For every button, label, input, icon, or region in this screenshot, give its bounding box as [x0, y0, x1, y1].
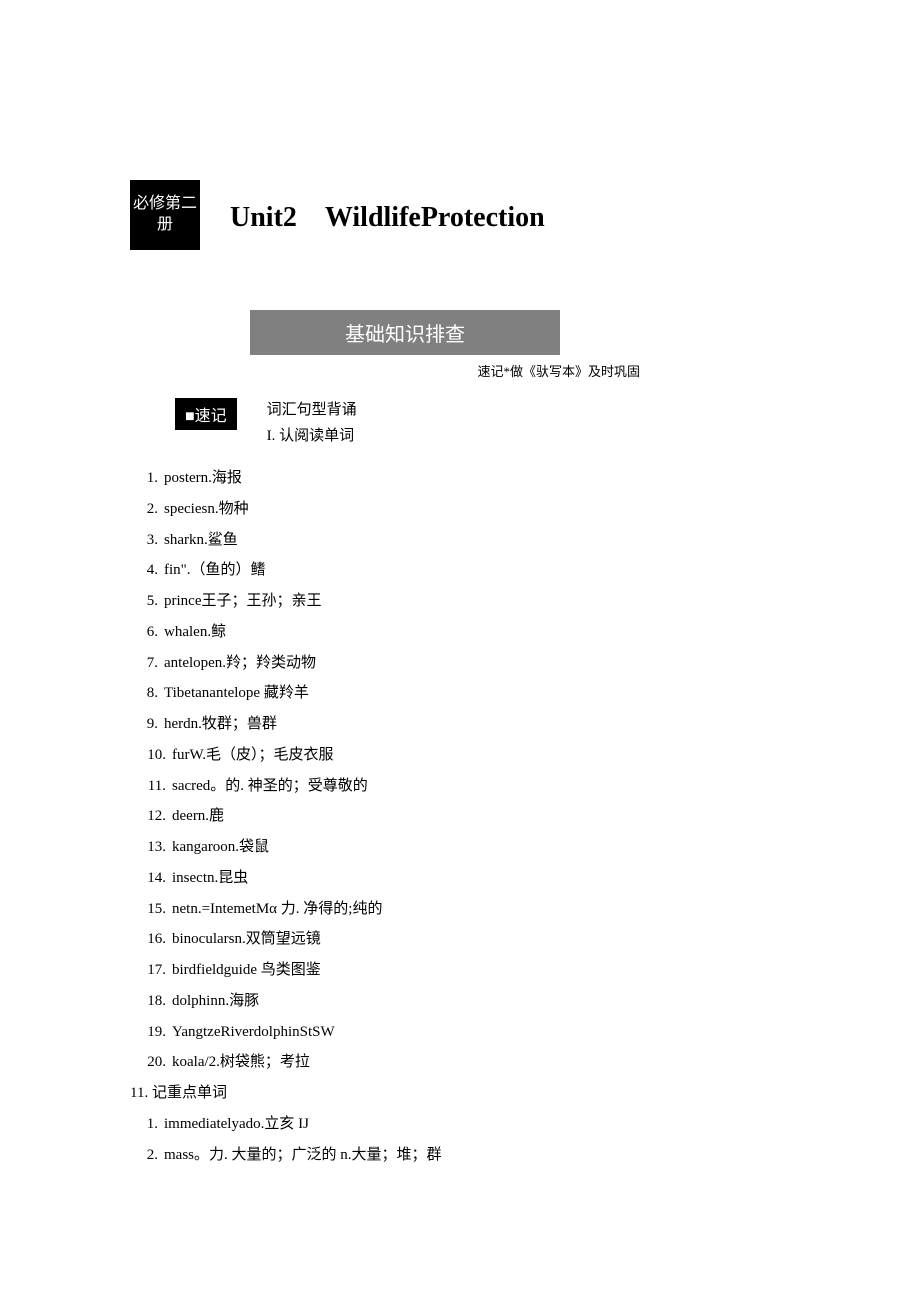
list-item: 18.dolphinn.海豚 — [130, 986, 790, 1017]
section-banner: 基础知识排查 — [250, 310, 560, 355]
list-item: 15.netn.=IntemetMα 力. 净得的;纯的 — [130, 894, 790, 925]
vocab-text: furW.毛（皮）；毛皮衣服 — [172, 740, 334, 771]
vocab-text: Tibetanantelope 藏羚羊 — [164, 678, 309, 709]
list-item: 10.furW.毛（皮）；毛皮衣服 — [130, 740, 790, 771]
vocab-text: mass。力. 大量的；广泛的 n.大量；堆；群 — [164, 1140, 442, 1171]
list-item: 9.herdn.牧群；兽群 — [130, 709, 790, 740]
vocab-text: birdfieldguide 鸟类图鉴 — [172, 955, 321, 986]
vocab-text: fin".（鱼的）鳍 — [164, 555, 266, 586]
list-item: 5.prince王子；王孙；亲王 — [130, 586, 790, 617]
vocab-text: netn.=IntemetMα 力. 净得的;纯的 — [172, 894, 382, 925]
vocab-text: sacred。的. 神圣的；受尊敬的 — [172, 771, 368, 802]
list-item: 12.deern.鹿 — [130, 801, 790, 832]
list-item: 16.binocularsn.双筒望远镜 — [130, 924, 790, 955]
suji-box: ■速记 — [175, 398, 237, 430]
list-item: 4.fin".（鱼的）鳍 — [130, 555, 790, 586]
book-label-box: 必修第二册 — [130, 180, 200, 250]
vocab-text: binocularsn.双筒望远镜 — [172, 924, 321, 955]
list-item: 1.postern.海报 — [130, 463, 790, 494]
list-item: 1.immediatelyado.立亥 IJ — [130, 1109, 790, 1140]
section-2-header: 11. 记重点单词 — [130, 1078, 790, 1109]
list-item: 13.kangaroon.袋鼠 — [130, 832, 790, 863]
suji-line1: 词汇句型背诵 — [267, 398, 357, 424]
vocab-text: prince王子；王孙；亲王 — [164, 586, 321, 617]
list-item: 14.insectn.昆虫 — [130, 863, 790, 894]
subtitle: 速记*做《驮写本》及时巩固 — [130, 361, 790, 380]
vocab-text: koala/2.树袋熊；考拉 — [172, 1047, 310, 1078]
list-item: 17.birdfieldguide 鸟类图鉴 — [130, 955, 790, 986]
list-item: 8.Tibetanantelope 藏羚羊 — [130, 678, 790, 709]
vocab-text: postern.海报 — [164, 463, 242, 494]
list-item: 2.speciesn.物种 — [130, 494, 790, 525]
vocab-text: sharkn.鲨鱼 — [164, 525, 238, 556]
vocab-text: whalen.鲸 — [164, 617, 226, 648]
suji-row: ■速记 词汇句型背诵 I. 认阅读单词 — [175, 398, 790, 449]
vocab-text: kangaroon.袋鼠 — [172, 832, 269, 863]
list-item: 19.YangtzeRiverdolphinStSW — [130, 1017, 790, 1048]
list-item: 7.antelopen.羚；羚类动物 — [130, 648, 790, 679]
vocab-list-1: 1.postern.海报 2.speciesn.物种 3.sharkn.鲨鱼 4… — [130, 463, 790, 1078]
vocab-text: herdn.牧群；兽群 — [164, 709, 277, 740]
suji-line2: I. 认阅读单词 — [267, 424, 357, 450]
vocab-text: YangtzeRiverdolphinStSW — [172, 1017, 335, 1048]
suji-text: 词汇句型背诵 I. 认阅读单词 — [267, 398, 357, 449]
list-item: 3.sharkn.鲨鱼 — [130, 525, 790, 556]
list-item: 20.koala/2.树袋熊；考拉 — [130, 1047, 790, 1078]
vocab-text: speciesn.物种 — [164, 494, 249, 525]
list-item: 2.mass。力. 大量的；广泛的 n.大量；堆；群 — [130, 1140, 790, 1171]
vocab-text: insectn.昆虫 — [172, 863, 248, 894]
list-item: 11.sacred。的. 神圣的；受尊敬的 — [130, 771, 790, 802]
vocab-text: dolphinn.海豚 — [172, 986, 259, 1017]
vocab-text: antelopen.羚；羚类动物 — [164, 648, 316, 679]
list-item: 6.whalen.鲸 — [130, 617, 790, 648]
vocab-text: immediatelyado.立亥 IJ — [164, 1109, 309, 1140]
vocab-list-2: 1.immediatelyado.立亥 IJ 2.mass。力. 大量的；广泛的… — [130, 1109, 790, 1171]
vocab-text: deern.鹿 — [172, 801, 224, 832]
header: 必修第二册 Unit2 WildlifeProtection — [130, 180, 790, 250]
unit-title: Unit2 WildlifeProtection — [230, 195, 545, 235]
